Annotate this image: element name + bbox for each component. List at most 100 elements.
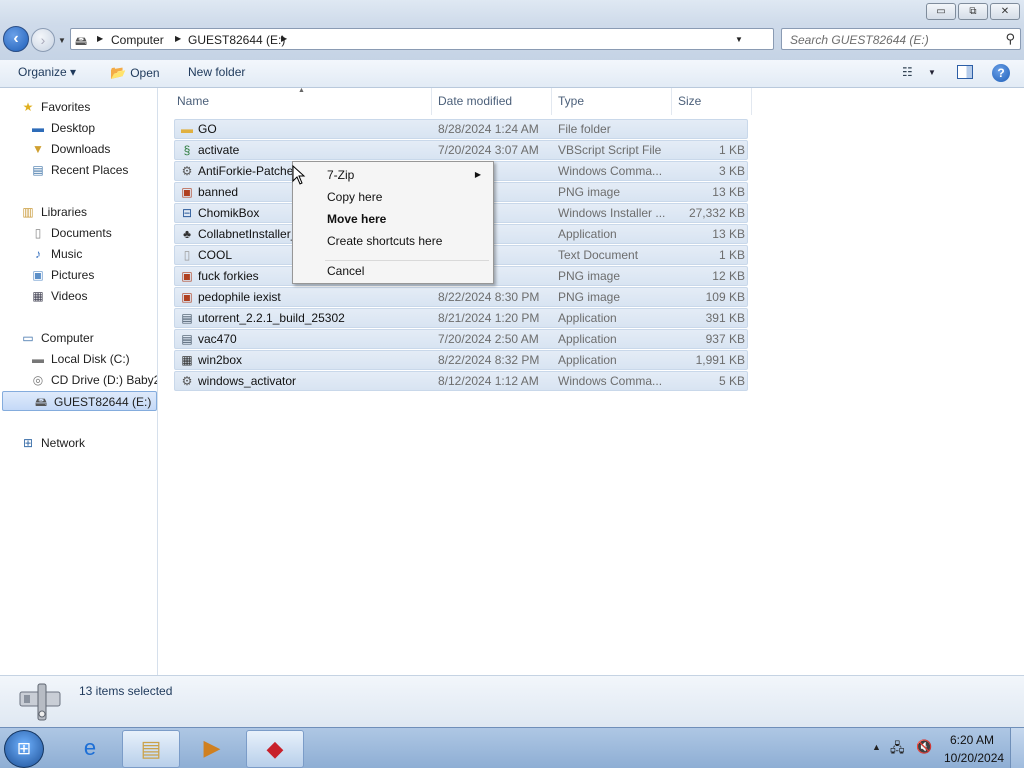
nav-label: Network xyxy=(41,436,86,450)
open-button[interactable]: 📂 Open xyxy=(110,65,160,81)
column-header-size[interactable]: Size xyxy=(678,94,701,108)
show-desktop-button[interactable] xyxy=(1010,728,1024,768)
preview-pane-icon[interactable] xyxy=(957,65,973,79)
sort-indicator-icon: ▲ xyxy=(298,87,305,94)
menu-item-move-here[interactable]: Move here xyxy=(295,208,491,230)
text-icon: ▯ xyxy=(183,248,191,262)
nav-downloads[interactable]: ▼ Downloads xyxy=(0,139,157,159)
taskbar: ⊞ e ▤ ▶ ◆ ▲ 🖧 🔇 6:20 AM 10/20/2024 xyxy=(0,727,1024,768)
title-bar: ▭ ⧉ ✕ xyxy=(0,0,1024,24)
navigation-pane: ★ Favorites ▬ Desktop ▼ Downloads ▤ Recent P… xyxy=(0,88,158,675)
command-bar: Organize ▾ 📂 Open New folder ☷ ▼ ? xyxy=(0,60,1024,88)
column-header-name[interactable]: Name xyxy=(177,94,209,108)
file-row[interactable]: ▦ win2box 8/22/2024 8:32 PM Application 1,99… xyxy=(174,350,748,370)
nav-local-disk[interactable]: ▬ Local Disk (C:) xyxy=(0,349,157,369)
menu-item-cancel[interactable]: Cancel xyxy=(295,260,491,282)
recent-places-icon: ▤ xyxy=(32,163,44,177)
folder-icon: ▬ xyxy=(181,122,193,136)
nav-pictures[interactable]: ▣ Pictures xyxy=(0,265,157,285)
nav-label: Pictures xyxy=(51,268,95,282)
search-input[interactable]: Search GUEST82644 (E:) ⚲ xyxy=(781,28,1021,50)
address-bar[interactable]: 🖴 ▶ Computer ▶ GUEST82644 (E:) ▶ ▼ ✕ xyxy=(70,28,838,50)
file-type: Text Document xyxy=(558,248,639,262)
nav-favorites[interactable]: ★ Favorites xyxy=(0,97,157,117)
new-folder-button[interactable]: New folder xyxy=(188,65,245,79)
column-header-type[interactable]: Type xyxy=(558,94,584,108)
column-divider[interactable] xyxy=(551,88,552,115)
nav-label: Desktop xyxy=(51,121,96,135)
menu-item-7zip[interactable]: 7-Zip ▶ xyxy=(295,164,491,186)
documents-icon: ▯ xyxy=(34,226,42,240)
view-options-icon[interactable]: ☷ xyxy=(902,65,913,79)
explorer-taskbar-icon[interactable]: ▤ xyxy=(122,730,180,768)
file-row[interactable]: § activate 7/20/2024 3:07 AM VBScript Scrip… xyxy=(174,140,748,160)
nav-music[interactable]: ♪ Music xyxy=(0,244,157,264)
file-type: Windows Comma... xyxy=(558,164,663,178)
forward-button[interactable]: › xyxy=(31,28,55,52)
file-row[interactable]: ⚙ windows_activator 8/12/2024 1:12 AM Windo… xyxy=(174,371,748,391)
back-button[interactable]: ‹ xyxy=(3,26,29,52)
file-row[interactable]: ▤ utorrent_2.2.1_build_25302 8/21/2024 1:2… xyxy=(174,308,748,328)
context-menu: 7-Zip ▶ Copy here Move here Create shortc… xyxy=(292,161,494,284)
column-divider[interactable] xyxy=(671,88,672,115)
start-button[interactable]: ⊞ xyxy=(4,730,44,768)
nav-label: Videos xyxy=(51,289,88,303)
file-type: Windows Installer ... xyxy=(558,206,666,220)
nav-label: CD Drive (D:) Baby2 xyxy=(51,373,157,387)
column-header-date[interactable]: Date modified xyxy=(438,94,512,108)
nav-label: Music xyxy=(51,247,83,261)
search-icon[interactable]: ⚲ xyxy=(1005,31,1015,47)
show-hidden-icons[interactable]: ▲ xyxy=(872,742,881,752)
nav-recent-places[interactable]: ▤ Recent Places xyxy=(0,160,157,180)
media-player-icon[interactable]: ▶ xyxy=(183,730,241,768)
minimize-button[interactable]: ▭ xyxy=(926,3,956,20)
nav-guest-drive[interactable]: 🖴 GUEST82644 (E:) xyxy=(2,391,157,411)
history-dropdown-icon[interactable]: ▼ xyxy=(58,36,66,45)
nav-network[interactable]: ⊞ Network xyxy=(0,433,157,453)
column-divider[interactable] xyxy=(431,88,432,115)
folder-open-icon: 📂 xyxy=(110,65,127,80)
network-tray-icon[interactable]: 🖧 xyxy=(890,739,905,761)
menu-item-copy-here[interactable]: Copy here xyxy=(295,186,491,208)
nav-label: Documents xyxy=(51,226,112,240)
script-icon: § xyxy=(183,143,191,157)
help-icon[interactable]: ? xyxy=(992,64,1010,82)
nav-computer[interactable]: ▭ Computer xyxy=(0,328,157,348)
chevron-right-icon[interactable]: ▶ xyxy=(97,34,103,43)
clock-date[interactable]: 10/20/2024 xyxy=(944,751,1004,765)
address-row: ‹ › ▼ 🖴 ▶ Computer ▶ GUEST82644 (E:) ▶ ▼… xyxy=(0,24,1024,60)
file-row[interactable]: ▤ vac470 7/20/2024 2:50 AM Application 937 K… xyxy=(174,329,748,349)
computer-icon: ▭ xyxy=(22,331,34,345)
cd-drive-icon: ◎ xyxy=(32,373,44,387)
nav-documents[interactable]: ▯ Documents xyxy=(0,223,157,243)
close-button[interactable]: ✕ xyxy=(990,3,1020,20)
file-row[interactable]: ▬ GO 8/28/2024 1:24 AM File folder xyxy=(174,119,748,139)
menu-item-create-shortcuts[interactable]: Create shortcuts here xyxy=(295,230,491,252)
column-divider[interactable] xyxy=(751,88,752,115)
volume-muted-icon[interactable]: 🔇 xyxy=(916,739,932,755)
chevron-right-icon[interactable]: ▶ xyxy=(281,34,287,43)
nav-videos[interactable]: ▦ Videos xyxy=(0,286,157,306)
breadcrumb-computer[interactable]: Computer xyxy=(111,33,164,47)
nav-desktop[interactable]: ▬ Desktop xyxy=(0,118,157,138)
command-icon: ⚙ xyxy=(181,374,193,388)
pictures-icon: ▣ xyxy=(32,268,44,282)
maximize-button[interactable]: ⧉ xyxy=(958,3,988,20)
nav-libraries[interactable]: ▥ Libraries xyxy=(0,202,157,222)
app-icon: ▤ xyxy=(181,332,193,346)
chevron-right-icon[interactable]: ▶ xyxy=(175,34,181,43)
breadcrumb-drive[interactable]: GUEST82644 (E:) xyxy=(188,33,285,47)
organize-button[interactable]: Organize ▾ xyxy=(18,65,76,79)
internet-explorer-icon[interactable]: e xyxy=(61,730,119,768)
view-dropdown-icon[interactable]: ▼ xyxy=(928,68,936,77)
address-dropdown-icon[interactable]: ▼ xyxy=(735,35,743,44)
clock-time[interactable]: 6:20 AM xyxy=(950,733,994,747)
file-type: Application xyxy=(558,311,617,325)
app-icon: ▤ xyxy=(181,311,193,325)
file-date: 8/28/2024 1:24 AM xyxy=(438,122,539,136)
nav-cd-drive[interactable]: ◎ CD Drive (D:) Baby2 xyxy=(0,370,157,390)
file-row[interactable]: ▣ pedophile iexist 8/22/2024 8:30 PM PNG im… xyxy=(174,287,748,307)
file-date: 8/22/2024 8:30 PM xyxy=(438,290,540,304)
downloads-icon: ▼ xyxy=(32,142,44,156)
app-taskbar-icon[interactable]: ◆ xyxy=(246,730,304,768)
